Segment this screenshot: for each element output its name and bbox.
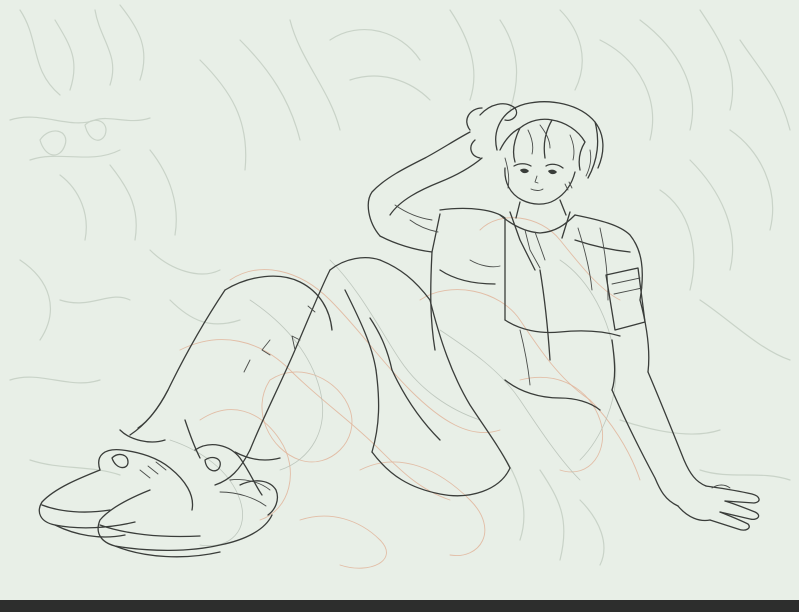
shirt-hem bbox=[504, 329, 601, 411]
sleeve-pocket bbox=[605, 267, 646, 331]
sketch-artwork bbox=[9, 4, 791, 569]
neck-collar bbox=[499, 199, 576, 271]
rough-sketch-layer bbox=[169, 217, 641, 569]
drawing-canvas[interactable] bbox=[0, 0, 799, 612]
support-arm bbox=[611, 299, 760, 531]
hair bbox=[495, 101, 604, 189]
shoes bbox=[38, 444, 279, 558]
lineart-layer bbox=[38, 101, 760, 558]
background-sketch-layer bbox=[9, 4, 791, 566]
ground-leg bbox=[119, 275, 333, 486]
face bbox=[504, 163, 576, 205]
raised-arm bbox=[367, 103, 518, 253]
bottom-status-bar bbox=[0, 600, 799, 612]
